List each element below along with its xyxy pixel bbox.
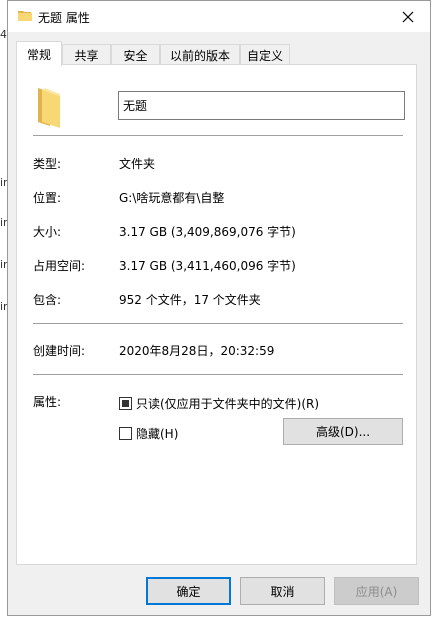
- size-value: 3.17 GB (3,409,869,076 字节): [119, 225, 296, 239]
- advanced-button[interactable]: 高级(D)...: [283, 418, 403, 445]
- contains-value: 952 个文件，17 个文件夹: [119, 293, 261, 307]
- tab-sharing[interactable]: 共享: [62, 44, 111, 65]
- hidden-label: 隐藏(H): [136, 427, 179, 441]
- created-value: 2020年8月28日，20:32:59: [119, 344, 275, 358]
- ok-button[interactable]: 确定: [146, 577, 231, 605]
- divider: [33, 135, 403, 136]
- location-value: G:\啥玩意都有\自整: [119, 191, 225, 205]
- title-bar[interactable]: 无题 属性: [8, 1, 430, 32]
- folder-icon: [18, 11, 32, 21]
- created-label: 创建时间:: [33, 344, 86, 358]
- tab-previous-versions[interactable]: 以前的版本: [160, 44, 240, 65]
- hidden-checkbox-row[interactable]: 隐藏(H): [119, 425, 178, 442]
- divider: [33, 374, 403, 375]
- background-fragment: 4: [0, 28, 7, 41]
- properties-dialog: 无题 属性 常规 共享 安全 以前的版本 自定义 类型: 文件夹 位置: G:\…: [7, 0, 431, 616]
- tab-general[interactable]: 常规: [16, 41, 62, 66]
- readonly-checkbox-row[interactable]: 只读(仅应用于文件夹中的文件)(R): [119, 395, 319, 412]
- size-on-disk-value: 3.17 GB (3,411,460,096 字节): [119, 259, 296, 273]
- size-label: 大小:: [33, 225, 62, 239]
- tab-security[interactable]: 安全: [111, 44, 160, 65]
- folder-name-input[interactable]: [118, 91, 405, 120]
- attributes-label: 属性:: [33, 395, 62, 409]
- readonly-checkbox[interactable]: [119, 397, 132, 410]
- readonly-label: 只读(仅应用于文件夹中的文件)(R): [136, 397, 320, 411]
- hidden-checkbox[interactable]: [119, 427, 132, 440]
- close-icon: [402, 11, 414, 22]
- type-value: 文件夹: [119, 157, 156, 171]
- contains-label: 包含:: [33, 293, 62, 307]
- size-on-disk-label: 占用空间:: [33, 259, 86, 273]
- tab-customize[interactable]: 自定义: [240, 44, 290, 65]
- divider: [33, 323, 403, 324]
- close-button[interactable]: [386, 1, 430, 32]
- folder-icon: [38, 88, 60, 128]
- window-title: 无题 属性: [38, 11, 90, 25]
- apply-button[interactable]: 应用(A): [334, 577, 419, 605]
- general-tab-panel: 类型: 文件夹 位置: G:\啥玩意都有\自整 大小: 3.17 GB (3,4…: [16, 64, 417, 565]
- location-label: 位置:: [33, 191, 62, 205]
- type-label: 类型:: [33, 157, 62, 171]
- cancel-button[interactable]: 取消: [240, 577, 325, 605]
